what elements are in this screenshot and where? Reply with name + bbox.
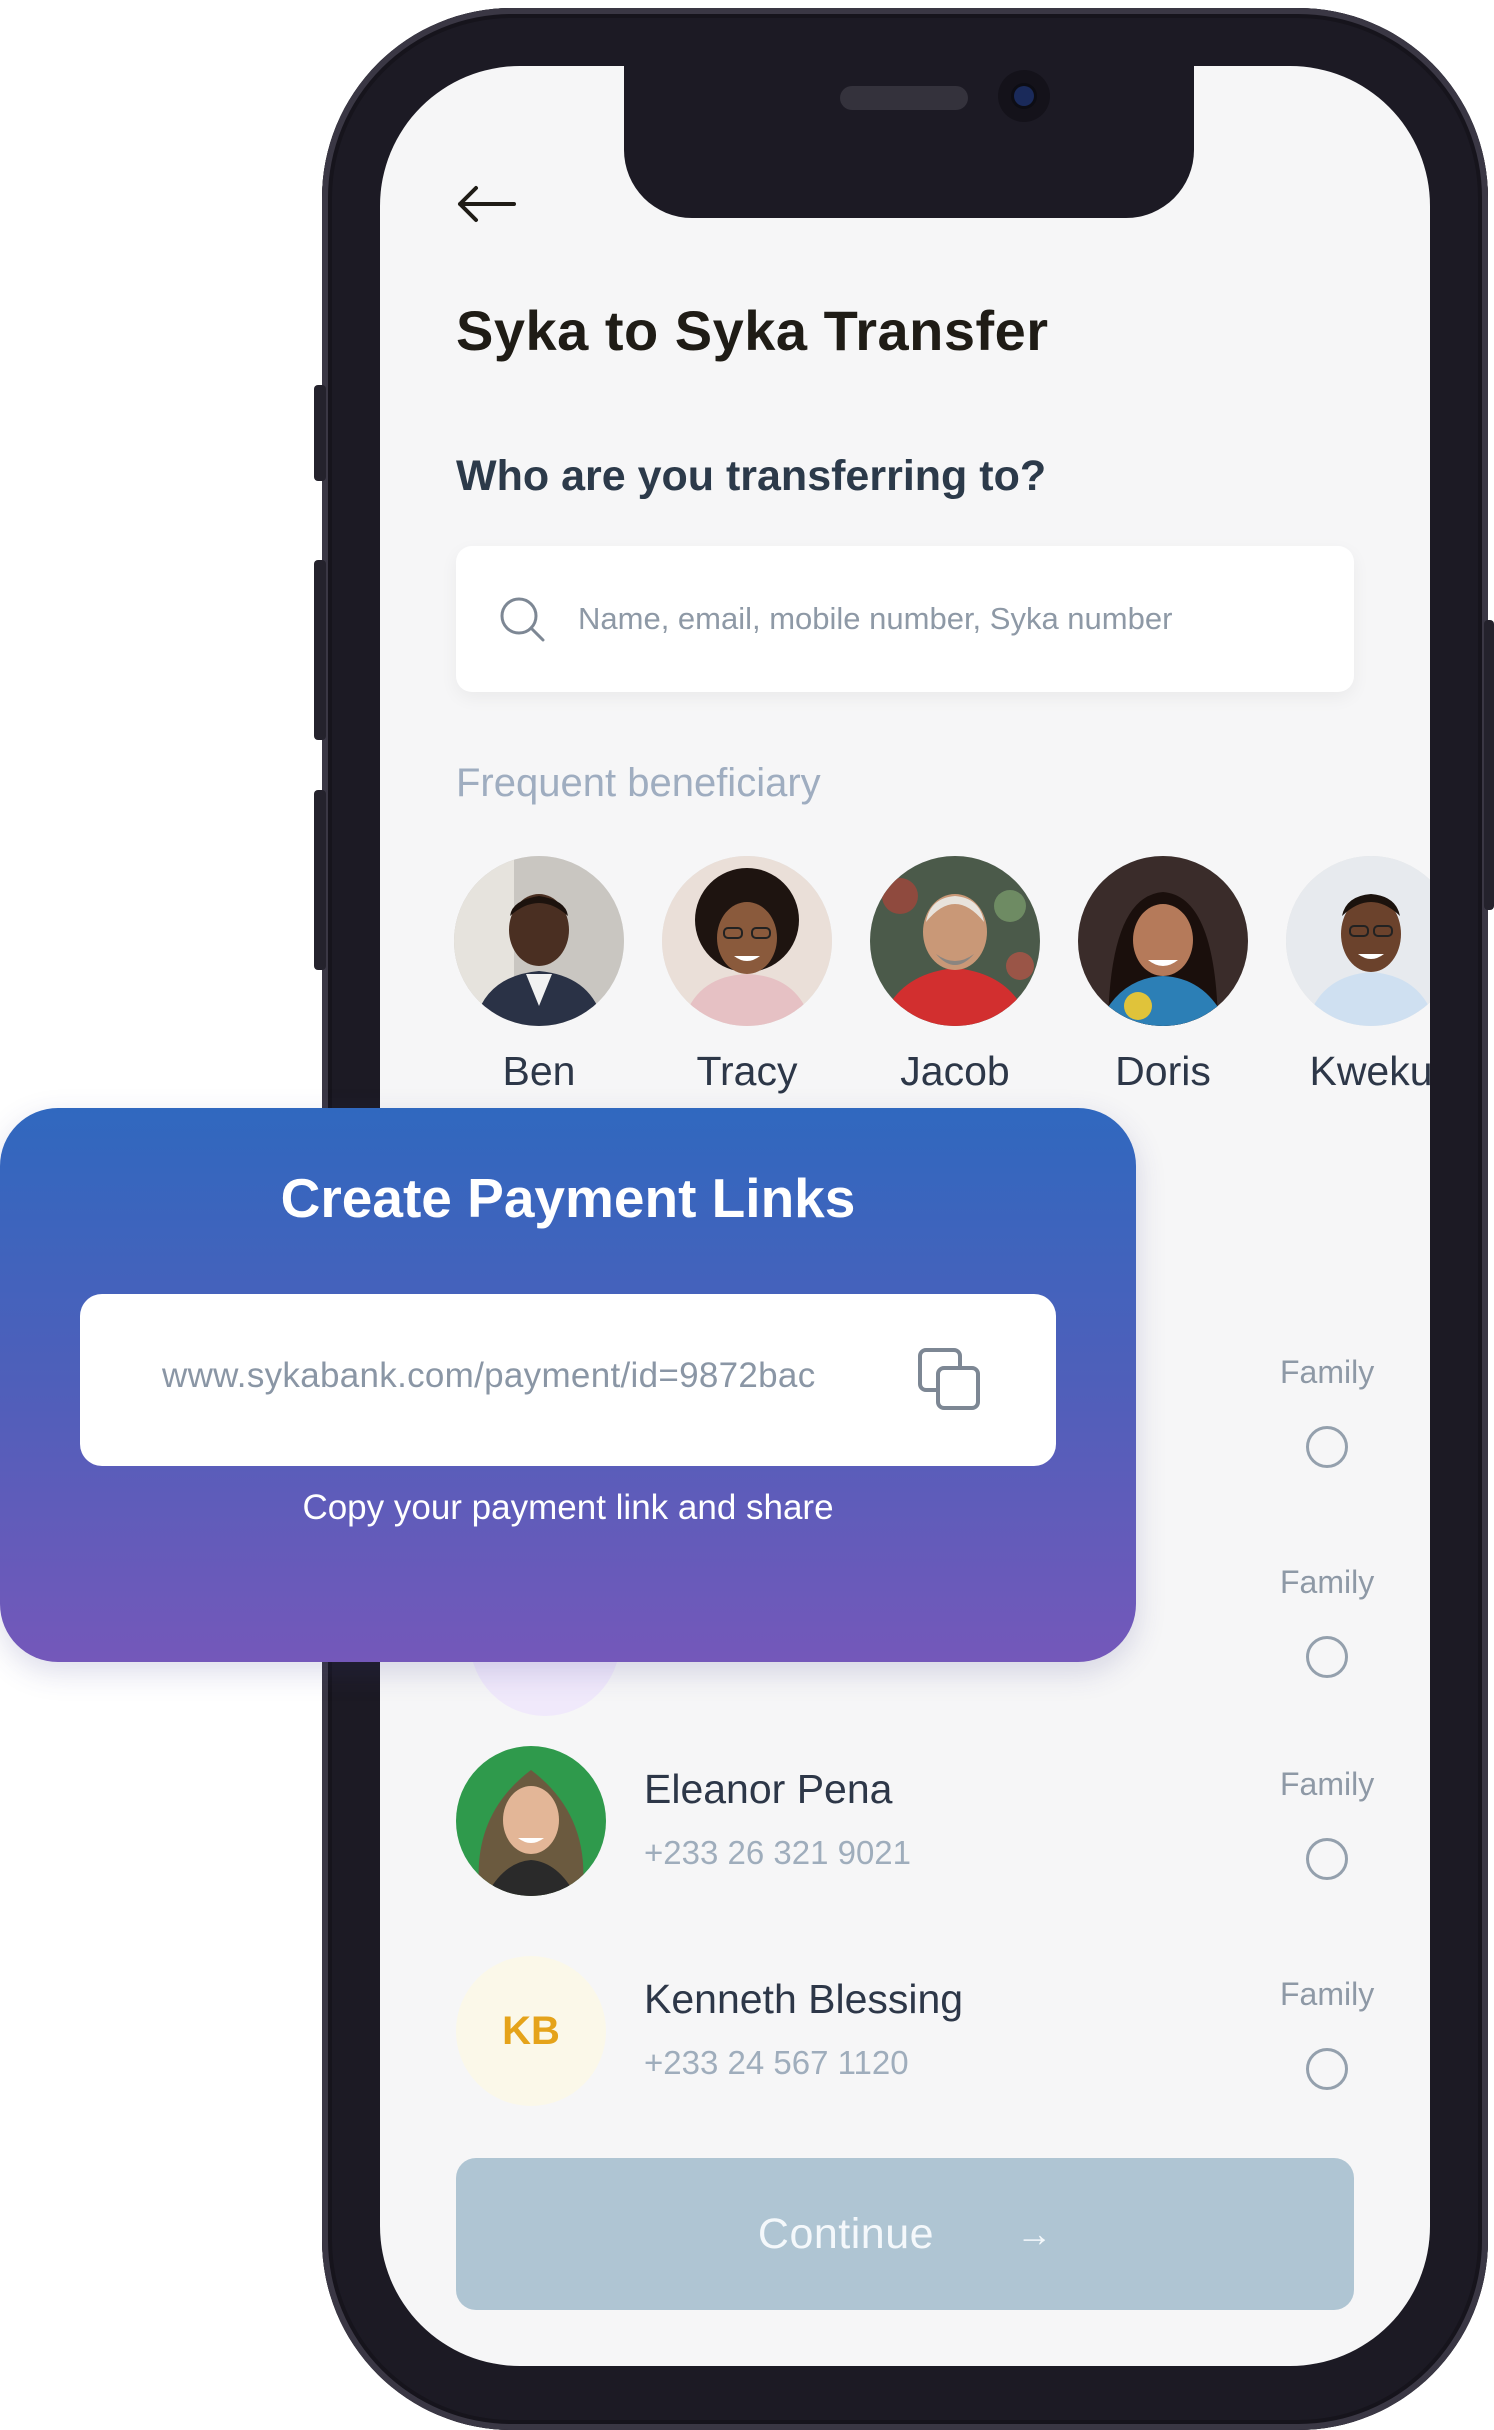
phone-notch [624,66,1194,218]
contact-tag: Family [1280,1766,1375,1802]
contact-tag: Family [1280,1354,1375,1390]
phone-mute-switch [314,385,326,481]
avatar-initials: KB [456,1956,606,2106]
contact-phone: +233 24 567 1120 [644,2044,909,2081]
back-arrow-icon[interactable] [454,184,518,224]
front-camera [998,70,1050,122]
speaker-grille [840,86,968,110]
beneficiary-name: Kweku [1309,1048,1430,1094]
section-question: Who are you transferring to? [456,452,1047,500]
continue-label: Continue [757,2209,935,2258]
avatar [1078,856,1248,1026]
contact-tag: Family [1280,1976,1375,2012]
avatar [662,856,832,1026]
contact-radio[interactable] [1306,2048,1348,2090]
contact-phone: +233 26 321 9021 [644,1834,912,1871]
phone-volume-up [314,560,326,740]
contact-tag: Family [1280,1564,1375,1600]
frequent-beneficiary-label: Frequent beneficiary [456,761,821,805]
payment-link-card: Create Payment Links www.sykabank.com/pa… [0,1108,1136,1662]
card-caption: Copy your payment link and share [302,1488,834,1527]
contact-name: Kenneth Blessing [644,1976,964,2022]
contact-radio[interactable] [1306,1636,1348,1678]
contact-radio[interactable] [1306,1838,1348,1880]
contact-row-eleanor-pena[interactable]: Eleanor Pena +233 26 321 9021 Family [456,1746,1374,1906]
beneficiary-jacob[interactable]: Jacob [870,856,1040,1095]
contact-radio[interactable] [1306,1426,1348,1468]
payment-link-field[interactable]: www.sykabank.com/payment/id=9872bac [80,1294,1056,1466]
beneficiary-ben[interactable]: Ben [454,856,624,1095]
avatar [454,856,624,1026]
beneficiary-kweku[interactable]: Kweku [1286,856,1430,1095]
contact-name: Eleanor Pena [644,1766,893,1812]
copy-icon[interactable] [916,1346,984,1414]
card-title: Create Payment Links [280,1167,856,1229]
beneficiary-name: Jacob [900,1048,1010,1094]
beneficiary-name: Ben [502,1048,576,1094]
continue-button[interactable]: Continue → [456,2158,1354,2310]
avatar [1286,856,1430,1026]
search-box[interactable] [456,546,1354,692]
contact-row-kenneth-blessing[interactable]: KB Kenneth Blessing +233 24 567 1120 Fam… [456,1956,1374,2116]
arrow-right-icon: → [1016,2213,1053,2254]
beneficiary-name: Tracy [696,1048,798,1094]
avatar [870,856,1040,1026]
phone-power-button [1484,620,1494,910]
search-icon [500,597,545,642]
payment-link-text: www.sykabank.com/payment/id=9872bac [162,1356,816,1395]
avatar [456,1746,606,1896]
page-title: Syka to Syka Transfer [456,299,1049,362]
beneficiary-doris[interactable]: Doris [1078,856,1248,1095]
search-input[interactable] [578,592,1318,646]
beneficiary-name: Doris [1115,1048,1211,1094]
phone-volume-down [314,790,326,970]
beneficiary-tracy[interactable]: Tracy [662,856,832,1095]
